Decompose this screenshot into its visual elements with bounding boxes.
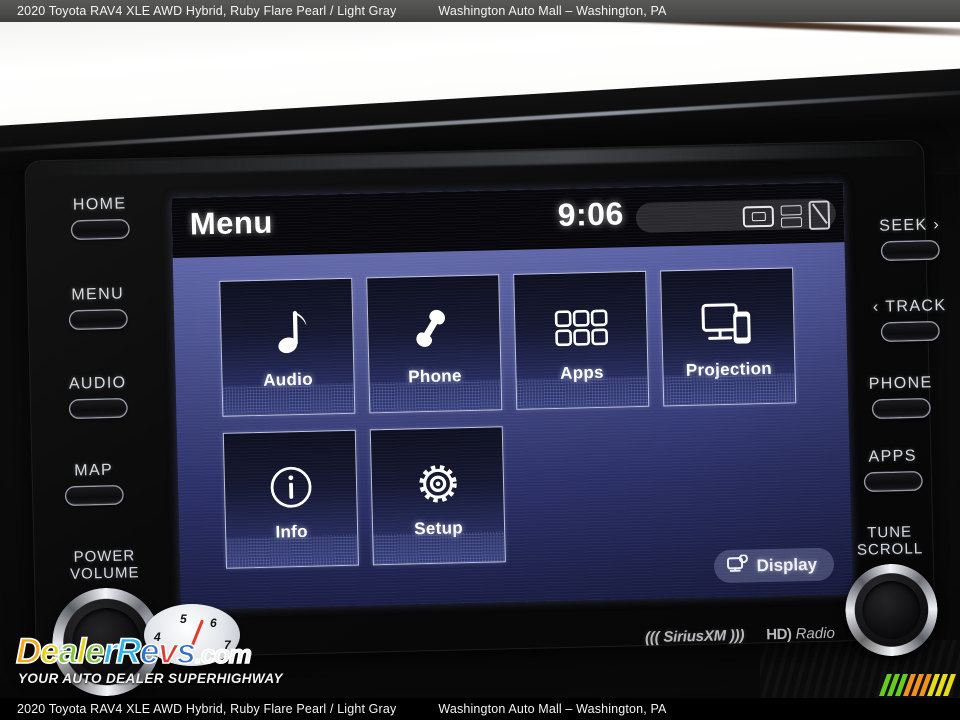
wm-letter: D — [15, 631, 42, 672]
tile-info[interactable]: Info — [222, 429, 359, 569]
no-signal-icon — [808, 200, 831, 230]
hw-key[interactable] — [882, 322, 939, 341]
hd-radio-mark: HD) — [766, 625, 792, 644]
hw-button-map[interactable]: MAP — [56, 461, 133, 505]
menu-tile-row-1: Audio Phone Apps Projection — [219, 267, 822, 417]
hw-button-label: MAP — [74, 461, 114, 480]
tile-setup[interactable]: Setup — [369, 426, 506, 566]
caption-vehicle: 2020 Toyota RAV4 XLE AWD Hybrid, Ruby Fl… — [17, 702, 397, 716]
wm-letter: v — [157, 631, 178, 672]
stacked-card-icon — [780, 204, 803, 228]
hw-key[interactable] — [70, 399, 127, 418]
tile-label: Info — [275, 521, 309, 542]
tile-label: Setup — [414, 518, 464, 539]
dealerrevs-wordmark: DealerRevs.com — [15, 631, 253, 672]
tile-phone[interactable]: Phone — [366, 274, 503, 414]
hw-button-phone[interactable]: PHONE — [861, 374, 942, 418]
phone-handset-icon — [368, 301, 500, 362]
dealerrevs-tagline: YOUR AUTO DEALER SUPERHIGHWAY — [18, 671, 283, 686]
wm-suffix: .com — [194, 638, 253, 670]
hw-key[interactable] — [865, 472, 922, 491]
gear-icon — [371, 453, 503, 514]
gauge-number: 6 — [210, 616, 217, 630]
tile-label: Audio — [263, 369, 314, 390]
hd-radio-word: Radio — [795, 624, 836, 643]
gauge-number: 5 — [180, 612, 187, 626]
hw-button-audio[interactable]: AUDIO — [58, 374, 139, 418]
caption-dealer: Washington Auto Mall – Washington, PA — [438, 4, 667, 18]
caption-vehicle: 2020 Toyota RAV4 XLE AWD Hybrid, Ruby Fl… — [17, 4, 397, 18]
hw-button-label: MENU — [71, 285, 125, 304]
hw-button-track[interactable]: ‹ TRACK — [870, 297, 951, 341]
hw-button-apps[interactable]: APPS — [855, 447, 932, 491]
wm-letter: e — [39, 631, 60, 672]
tune-scroll-knob[interactable] — [844, 562, 939, 657]
hw-button-label: APPS — [868, 447, 918, 466]
hw-key[interactable] — [882, 241, 939, 260]
hw-button-label: AUDIO — [68, 374, 127, 393]
media-card-icon — [742, 205, 775, 228]
wm-letter: l — [76, 631, 87, 672]
color-bars — [878, 674, 957, 696]
tile-label: Apps — [559, 362, 605, 383]
infotainment-screen[interactable]: Menu 9:06 Audio Phone Apps Projection In… — [171, 182, 853, 610]
menu-tile-grid: Audio Phone Apps Projection Info Setup — [219, 267, 826, 585]
tile-apps[interactable]: Apps — [513, 270, 650, 410]
hw-button-menu[interactable]: MENU — [60, 285, 137, 329]
wm-letter: a — [58, 631, 79, 672]
siriusxm-logo: ((( SiriusXM ))) — [644, 626, 745, 647]
hw-key[interactable] — [72, 220, 129, 239]
knob-cap — [861, 579, 922, 640]
screenshot-root: Menu 9:06 Audio Phone Apps Projection In… — [0, 0, 960, 720]
top-caption-bar: 2020 Toyota RAV4 XLE AWD Hybrid, Ruby Fl… — [0, 0, 960, 22]
hw-button-home[interactable]: HOME — [62, 195, 139, 239]
music-note-icon — [221, 305, 353, 366]
screen-mirroring-icon — [662, 294, 794, 355]
hw-button-label: ‹ TRACK — [872, 297, 947, 316]
app-grid-icon — [515, 298, 647, 359]
display-button-label: Display — [756, 554, 818, 575]
page-title: Menu — [189, 204, 274, 242]
status-icon-group — [742, 200, 831, 231]
knob-label-line2: SCROLL — [856, 540, 924, 560]
wm-letter: e — [84, 631, 105, 672]
wm-letter: R — [115, 631, 142, 672]
display-button[interactable]: Display — [713, 547, 835, 584]
hw-key[interactable] — [873, 399, 930, 418]
tile-projection[interactable]: Projection — [660, 267, 797, 407]
tune-scroll-label: TUNE SCROLL — [830, 523, 949, 560]
tile-audio[interactable]: Audio — [219, 277, 356, 417]
bottom-caption-bar: 2020 Toyota RAV4 XLE AWD Hybrid, Ruby Fl… — [0, 698, 960, 720]
knob-label-line2: VOLUME — [69, 564, 140, 584]
dealerrevs-watermark: 4 5 6 7 DealerRevs.com YOUR AUTO DEALER … — [15, 604, 286, 696]
wm-letter: s — [176, 631, 197, 672]
hw-key[interactable] — [70, 310, 127, 329]
hw-button-label: HOME — [72, 195, 127, 214]
clock: 9:06 — [557, 195, 625, 233]
hw-button-label: PHONE — [868, 374, 933, 393]
hw-button-seek[interactable]: SEEK › — [872, 216, 949, 260]
wm-letter: e — [139, 631, 160, 672]
hw-button-label: SEEK › — [879, 216, 941, 235]
power-volume-label: POWER VOLUME — [38, 546, 171, 584]
wm-letter: r — [103, 631, 118, 672]
monitor-gear-icon — [726, 553, 749, 579]
info-circle-icon — [224, 457, 356, 518]
tune-scroll-knob-group[interactable]: TUNE SCROLL — [830, 523, 951, 657]
hw-key[interactable] — [66, 486, 123, 505]
menu-tile-row-2: Info Setup — [222, 419, 826, 569]
caption-dealer: Washington Auto Mall – Washington, PA — [438, 702, 667, 716]
tile-label: Projection — [685, 358, 773, 380]
tile-label: Phone — [408, 366, 462, 387]
hd-radio-logo: HD) Radio — [766, 625, 835, 644]
